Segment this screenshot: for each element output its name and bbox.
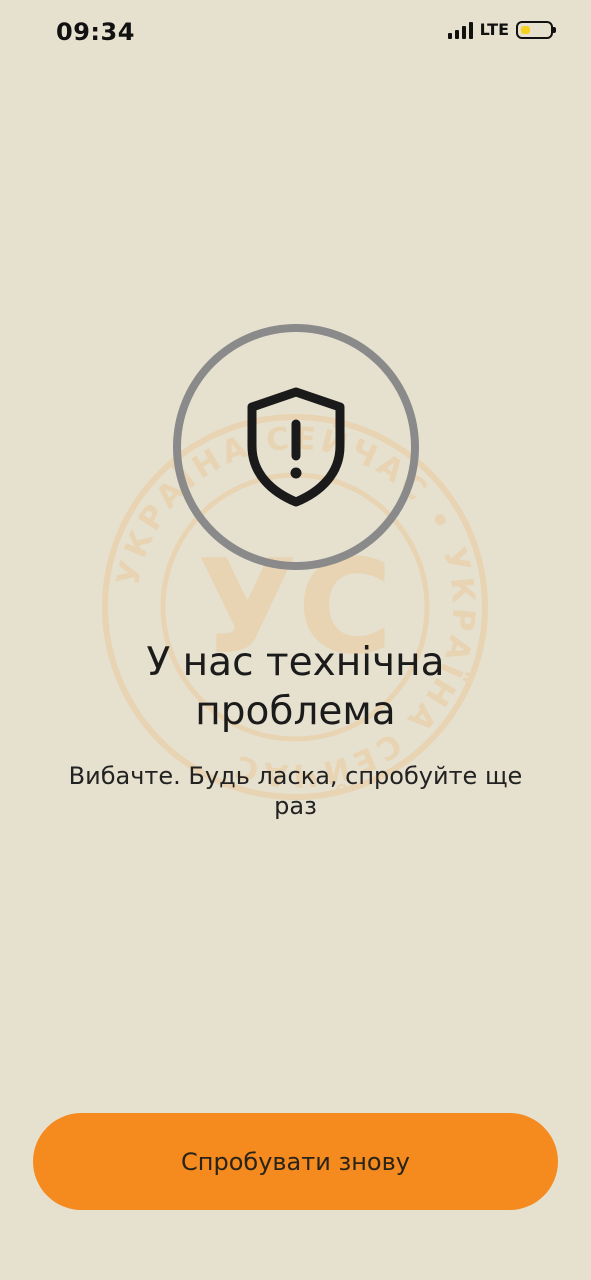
error-subtitle: Вибачте. Будь ласка, спробуйте ще раз	[68, 762, 523, 820]
error-title: У нас технічна проблема	[146, 640, 445, 734]
battery-level	[521, 25, 530, 34]
shield-warning-icon	[247, 387, 345, 507]
battery-icon	[516, 20, 556, 39]
retry-button[interactable]: Спробувати знову	[33, 1113, 558, 1210]
network-type: LTE	[479, 20, 509, 39]
status-time: 09:34	[56, 18, 135, 46]
status-indicators: LTE	[447, 20, 556, 39]
status-bar: 09:34 LTE	[0, 0, 591, 70]
error-icon-ring	[173, 324, 419, 570]
signal-bars-icon	[447, 21, 473, 39]
